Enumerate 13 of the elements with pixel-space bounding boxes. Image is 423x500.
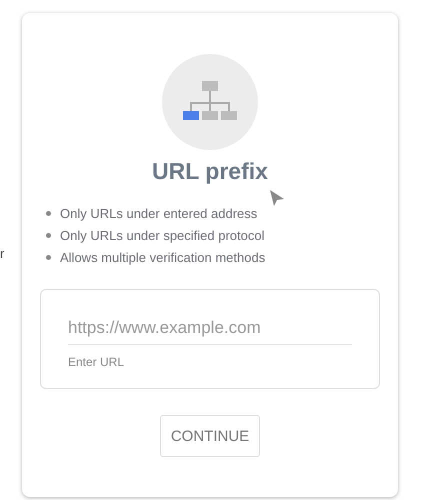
continue-button[interactable]: CONTINUE [160,415,260,457]
helper-text: Enter URL [68,355,126,369]
card-title: URL prefix [152,158,268,185]
background-text: r [0,246,4,261]
bullet-icon [46,232,51,238]
bullet-icon [46,254,51,260]
feature-text: Allows multiple verification methods [60,250,266,264]
feature-text: Only URLs under entered address [60,206,258,220]
feature-text: Only URLs under specified protocol [60,228,264,242]
url-field[interactable]: https://www.example.com [68,318,352,345]
sitemap-icon [183,81,237,123]
cursor-icon [269,189,285,207]
bullet-icon [46,210,51,216]
